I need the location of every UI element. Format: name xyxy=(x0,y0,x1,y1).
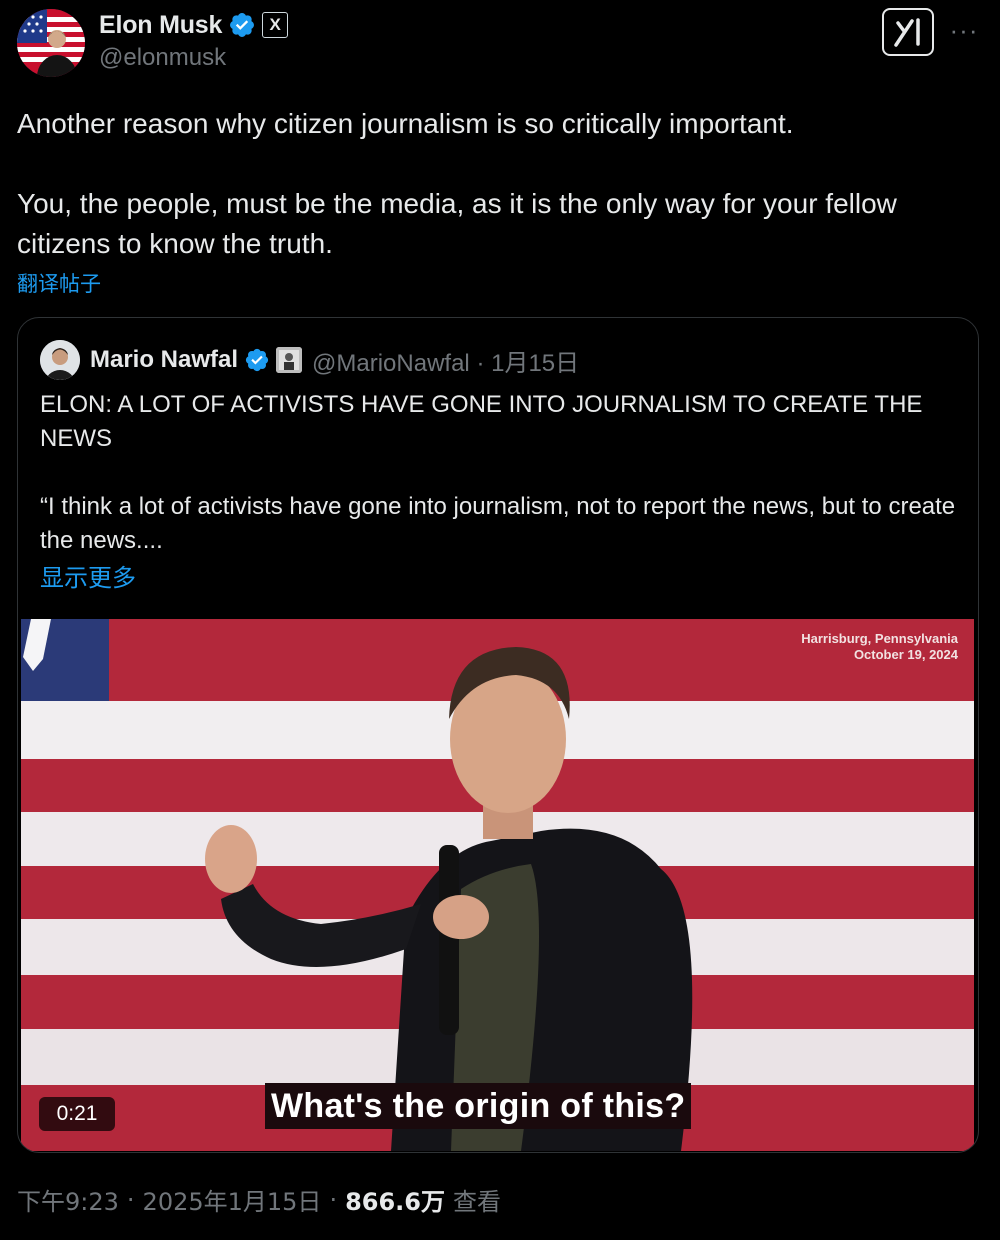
affiliation-badge-label: X xyxy=(269,15,281,34)
quote-handle[interactable]: @MarioNawfal xyxy=(312,350,470,377)
video-duration-badge: 0:21 xyxy=(39,1097,115,1131)
quote-separator: · xyxy=(476,349,485,377)
post-time[interactable]: 下午9:23 xyxy=(17,1182,119,1217)
quote-author-name[interactable]: Mario Nawfal xyxy=(90,346,238,374)
video-location-overlay: Harrisburg, Pennsylvania October 19, 202… xyxy=(801,631,958,663)
quote-header: Mario Nawfal @MarioNawfal · 1月15日 xyxy=(40,338,579,382)
video-caption: What's the origin of this? xyxy=(265,1083,692,1129)
quote-headline: ELON: A LOT OF ACTIVISTS HAVE GONE INTO … xyxy=(40,391,923,452)
tweet-metadata: 下午9:23 · 2025年1月15日 · 866.6万 查看 xyxy=(17,1182,501,1217)
quote-date[interactable]: 1月15日 xyxy=(491,350,579,377)
meta-separator: · xyxy=(329,1185,338,1214)
quote-text: ELON: A LOT OF ACTIVISTS HAVE GONE INTO … xyxy=(40,388,960,558)
affiliation-badge-x-logo-icon[interactable]: X xyxy=(262,12,289,38)
translate-post-link[interactable]: 翻译帖子 xyxy=(17,268,101,298)
quote-affiliation-badge-icon[interactable] xyxy=(276,347,303,373)
video-frame xyxy=(21,619,974,1151)
grok-glyph xyxy=(894,18,920,47)
quoted-tweet-card[interactable]: Mario Nawfal @MarioNawfal · 1月15日 ELON: … xyxy=(17,317,979,1153)
quote-author-avatar[interactable] xyxy=(40,340,80,380)
tweet-line-2: You, the people, must be the media, as i… xyxy=(17,188,897,259)
grok-icon[interactable] xyxy=(882,8,934,56)
quote-verified-badge-icon xyxy=(245,348,269,372)
view-count[interactable]: 866.6万 xyxy=(345,1182,445,1217)
author-name-row: Elon Musk X xyxy=(99,8,289,42)
meta-separator: · xyxy=(126,1185,135,1214)
show-more-link[interactable]: 显示更多 xyxy=(40,558,136,593)
tweet-line-1: Another reason why citizen journalism is… xyxy=(17,108,794,139)
author-avatar[interactable] xyxy=(17,9,85,77)
post-date[interactable]: 2025年1月15日 xyxy=(143,1182,322,1217)
view-count-label: 查看 xyxy=(453,1188,501,1216)
author-handle[interactable]: @elonmusk xyxy=(99,44,226,72)
author-display-name[interactable]: Elon Musk xyxy=(99,11,222,40)
tweet-text: Another reason why citizen journalism is… xyxy=(17,104,977,264)
video-player[interactable]: Harrisburg, Pennsylvania October 19, 202… xyxy=(21,619,974,1151)
more-options-icon[interactable]: ··· xyxy=(946,12,982,48)
quote-author-handle: @MarioNawfal · 1月15日 xyxy=(312,343,579,378)
quote-body: “I think a lot of activists have gone in… xyxy=(40,493,956,554)
video-date: October 19, 2024 xyxy=(853,647,958,662)
video-location: Harrisburg, Pennsylvania xyxy=(801,631,958,646)
verified-badge-icon xyxy=(230,13,255,37)
tweet-header: Elon Musk X @elonmusk ··· xyxy=(0,0,1000,90)
